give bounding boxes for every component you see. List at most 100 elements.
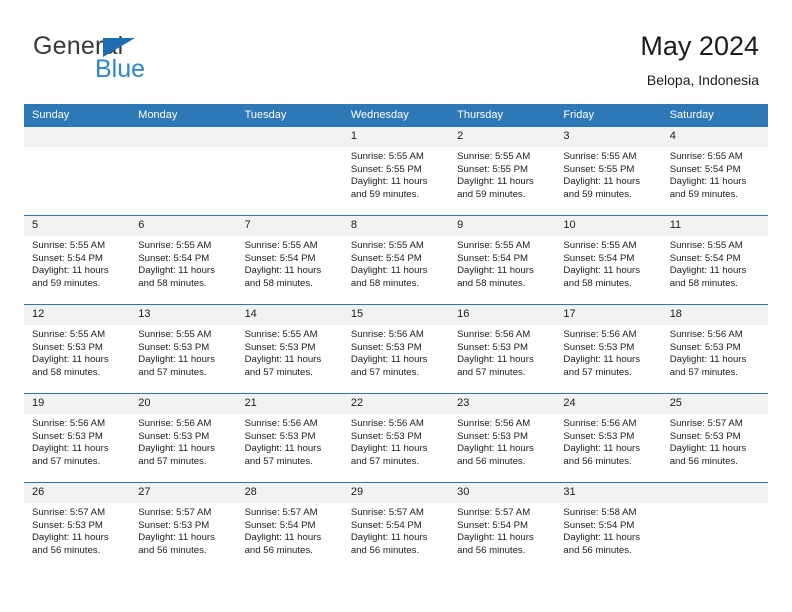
day-daylight1-text: Daylight: 11 hours: [350, 443, 428, 455]
calendar-day-cell[interactable]: 15 Sunrise: 5:56 AM Sunset: 5:53 PM Dayligh…: [342, 304, 450, 393]
day-sunrise-text: Sunrise: 5:58 AM: [563, 507, 637, 518]
calendar-day-cell[interactable]: 3 Sunrise: 5:55 AM Sunset: 5:55 PM Daylight…: [555, 126, 662, 215]
day-sunset-text: Sunset: 5:53 PM: [244, 430, 316, 442]
calendar-day-cell[interactable]: 27 Sunrise: 5:57 AM Sunset: 5:53 PM Dayligh…: [130, 482, 237, 571]
day-sunrise-text: Sunrise: 5:56 AM: [457, 418, 531, 429]
weekday-header-sunday: Sunday: [24, 104, 131, 126]
calendar-cell-empty: [236, 126, 343, 215]
weekday-header-wednesday: Wednesday: [342, 104, 450, 126]
day-daylight1-text: Daylight: 11 hours: [32, 532, 109, 544]
calendar-day-cell[interactable]: 13 Sunrise: 5:55 AM Sunset: 5:53 PM Dayligh…: [130, 304, 237, 393]
calendar-day-cell[interactable]: 2 Sunrise: 5:55 AM Sunset: 5:55 PM Daylight…: [449, 126, 556, 215]
day-number: [130, 127, 237, 147]
day-number: 8: [342, 216, 450, 236]
day-sunset-text: Sunset: 5:53 PM: [457, 430, 529, 442]
day-sunset-text: Sunset: 5:53 PM: [138, 430, 210, 442]
day-daylight1-text: Daylight: 11 hours: [138, 265, 215, 277]
day-daylight2-text: and 57 minutes.: [457, 366, 526, 378]
calendar-day-cell[interactable]: 22 Sunrise: 5:56 AM Sunset: 5:53 PM Dayligh…: [342, 393, 450, 482]
day-daylight2-text: and 58 minutes.: [457, 277, 526, 289]
day-number: 18: [661, 305, 768, 325]
day-number: 5: [24, 216, 131, 236]
day-sunset-text: Sunset: 5:54 PM: [563, 252, 635, 264]
day-daylight2-text: and 56 minutes.: [244, 544, 313, 556]
calendar-day-cell[interactable]: 6 Sunrise: 5:55 AM Sunset: 5:54 PM Daylight…: [130, 215, 237, 304]
day-daylight2-text: and 58 minutes.: [138, 277, 207, 289]
calendar-header-row: Sunday Monday Tuesday Wednesday Thursday Frid…: [24, 104, 768, 126]
day-sunrise-text: Sunrise: 5:56 AM: [350, 329, 424, 340]
calendar-day-cell[interactable]: 8 Sunrise: 5:55 AM Sunset: 5:54 PM Daylight…: [342, 215, 450, 304]
calendar-day-cell[interactable]: 30 Sunrise: 5:57 AM Sunset: 5:54 PM Dayligh…: [449, 482, 556, 571]
day-daylight2-text: and 56 minutes.: [457, 455, 526, 467]
calendar-day-cell[interactable]: 25 Sunrise: 5:57 AM Sunset: 5:53 PM Dayligh…: [661, 393, 768, 482]
day-daylight1-text: Daylight: 11 hours: [32, 354, 109, 366]
calendar-day-cell[interactable]: 7 Sunrise: 5:55 AM Sunset: 5:54 PM Daylight…: [236, 215, 343, 304]
day-number: 20: [130, 394, 237, 414]
calendar-day-cell[interactable]: 23 Sunrise: 5:56 AM Sunset: 5:53 PM Dayligh…: [449, 393, 556, 482]
day-sunset-text: Sunset: 5:54 PM: [563, 519, 635, 531]
weekday-header-tuesday: Tuesday: [236, 104, 343, 126]
day-sunset-text: Sunset: 5:54 PM: [669, 252, 741, 264]
day-daylight1-text: Daylight: 11 hours: [669, 176, 747, 188]
day-daylight1-text: Daylight: 11 hours: [457, 532, 534, 544]
calendar-day-cell[interactable]: 1 Sunrise: 5:55 AM Sunset: 5:55 PM Daylight…: [342, 126, 450, 215]
day-details: Sunrise: 5:56 AM Sunset: 5:53 PM Daylight:…: [662, 325, 768, 379]
day-sunset-text: Sunset: 5:53 PM: [669, 430, 741, 442]
calendar-day-cell[interactable]: 31 Sunrise: 5:58 AM Sunset: 5:54 PM Dayligh…: [555, 482, 662, 571]
day-sunrise-text: Sunrise: 5:55 AM: [138, 329, 212, 340]
page-location: Belopa, Indonesia: [646, 72, 759, 88]
calendar-day-cell[interactable]: 12 Sunrise: 5:55 AM Sunset: 5:53 PM Dayligh…: [24, 304, 131, 393]
calendar-day-cell[interactable]: 9 Sunrise: 5:55 AM Sunset: 5:54 PM Daylight…: [449, 215, 556, 304]
day-sunrise-text: Sunrise: 5:56 AM: [457, 329, 531, 340]
day-number: 19: [24, 394, 131, 414]
day-daylight1-text: Daylight: 11 hours: [563, 176, 641, 188]
day-daylight1-text: Daylight: 11 hours: [563, 265, 641, 277]
day-daylight1-text: Daylight: 11 hours: [457, 354, 534, 366]
day-details: Sunrise: 5:56 AM Sunset: 5:53 PM Daylight:…: [237, 414, 343, 468]
day-daylight2-text: and 56 minutes.: [138, 544, 207, 556]
day-sunrise-text: Sunrise: 5:56 AM: [138, 418, 212, 429]
calendar-day-cell[interactable]: 28 Sunrise: 5:57 AM Sunset: 5:54 PM Dayligh…: [236, 482, 343, 571]
calendar-day-cell[interactable]: 21 Sunrise: 5:56 AM Sunset: 5:53 PM Dayligh…: [236, 393, 343, 482]
day-number: 10: [555, 216, 662, 236]
day-daylight2-text: and 57 minutes.: [244, 455, 313, 467]
day-details: Sunrise: 5:55 AM Sunset: 5:54 PM Daylight:…: [237, 236, 343, 290]
day-sunset-text: Sunset: 5:55 PM: [563, 163, 635, 175]
calendar-day-cell[interactable]: 17 Sunrise: 5:56 AM Sunset: 5:53 PM Dayligh…: [555, 304, 662, 393]
day-sunrise-text: Sunrise: 5:55 AM: [350, 240, 424, 251]
day-daylight1-text: Daylight: 11 hours: [32, 443, 109, 455]
day-details: Sunrise: 5:56 AM Sunset: 5:53 PM Daylight:…: [555, 414, 661, 468]
day-sunset-text: Sunset: 5:53 PM: [669, 341, 741, 353]
day-details: Sunrise: 5:55 AM Sunset: 5:55 PM Daylight:…: [449, 147, 555, 201]
day-details: Sunrise: 5:55 AM Sunset: 5:54 PM Daylight:…: [662, 236, 768, 290]
page-header: General Blue May 2024 Belopa, Indonesia: [33, 30, 759, 98]
day-details: Sunrise: 5:57 AM Sunset: 5:54 PM Daylight:…: [343, 503, 449, 557]
day-number: 25: [661, 394, 768, 414]
calendar-day-cell[interactable]: 11 Sunrise: 5:55 AM Sunset: 5:54 PM Dayligh…: [661, 215, 768, 304]
day-daylight1-text: Daylight: 11 hours: [350, 354, 428, 366]
day-details: Sunrise: 5:57 AM Sunset: 5:54 PM Daylight:…: [449, 503, 555, 557]
calendar-day-cell[interactable]: 4 Sunrise: 5:55 AM Sunset: 5:54 PM Daylight…: [661, 126, 768, 215]
calendar-day-cell[interactable]: 5 Sunrise: 5:55 AM Sunset: 5:54 PM Daylight…: [24, 215, 131, 304]
calendar-day-cell[interactable]: 18 Sunrise: 5:56 AM Sunset: 5:53 PM Dayligh…: [661, 304, 768, 393]
calendar-day-cell[interactable]: 24 Sunrise: 5:56 AM Sunset: 5:53 PM Dayligh…: [555, 393, 662, 482]
day-daylight1-text: Daylight: 11 hours: [669, 354, 747, 366]
day-sunrise-text: Sunrise: 5:57 AM: [32, 507, 106, 518]
calendar-day-cell[interactable]: 19 Sunrise: 5:56 AM Sunset: 5:53 PM Dayligh…: [24, 393, 131, 482]
calendar-day-cell[interactable]: 29 Sunrise: 5:57 AM Sunset: 5:54 PM Dayligh…: [342, 482, 450, 571]
day-daylight1-text: Daylight: 11 hours: [669, 265, 747, 277]
day-sunset-text: Sunset: 5:54 PM: [244, 519, 316, 531]
day-daylight2-text: and 56 minutes.: [32, 544, 101, 556]
day-sunset-text: Sunset: 5:53 PM: [457, 341, 529, 353]
calendar-day-cell[interactable]: 16 Sunrise: 5:56 AM Sunset: 5:53 PM Dayligh…: [449, 304, 556, 393]
calendar-week-row: 12 Sunrise: 5:55 AM Sunset: 5:53 PM Dayligh…: [24, 304, 768, 393]
weekday-header-monday: Monday: [130, 104, 237, 126]
weekday-header-thursday: Thursday: [449, 104, 556, 126]
calendar-day-cell[interactable]: 26 Sunrise: 5:57 AM Sunset: 5:53 PM Dayligh…: [24, 482, 131, 571]
calendar-day-cell[interactable]: 10 Sunrise: 5:55 AM Sunset: 5:54 PM Dayligh…: [555, 215, 662, 304]
day-sunset-text: Sunset: 5:55 PM: [350, 163, 422, 175]
day-details: Sunrise: 5:57 AM Sunset: 5:53 PM Daylight:…: [130, 503, 236, 557]
calendar-table: Sunday Monday Tuesday Wednesday Thursday Frid…: [24, 104, 768, 571]
calendar-day-cell[interactable]: 14 Sunrise: 5:55 AM Sunset: 5:53 PM Dayligh…: [236, 304, 343, 393]
calendar-day-cell[interactable]: 20 Sunrise: 5:56 AM Sunset: 5:53 PM Dayligh…: [130, 393, 237, 482]
